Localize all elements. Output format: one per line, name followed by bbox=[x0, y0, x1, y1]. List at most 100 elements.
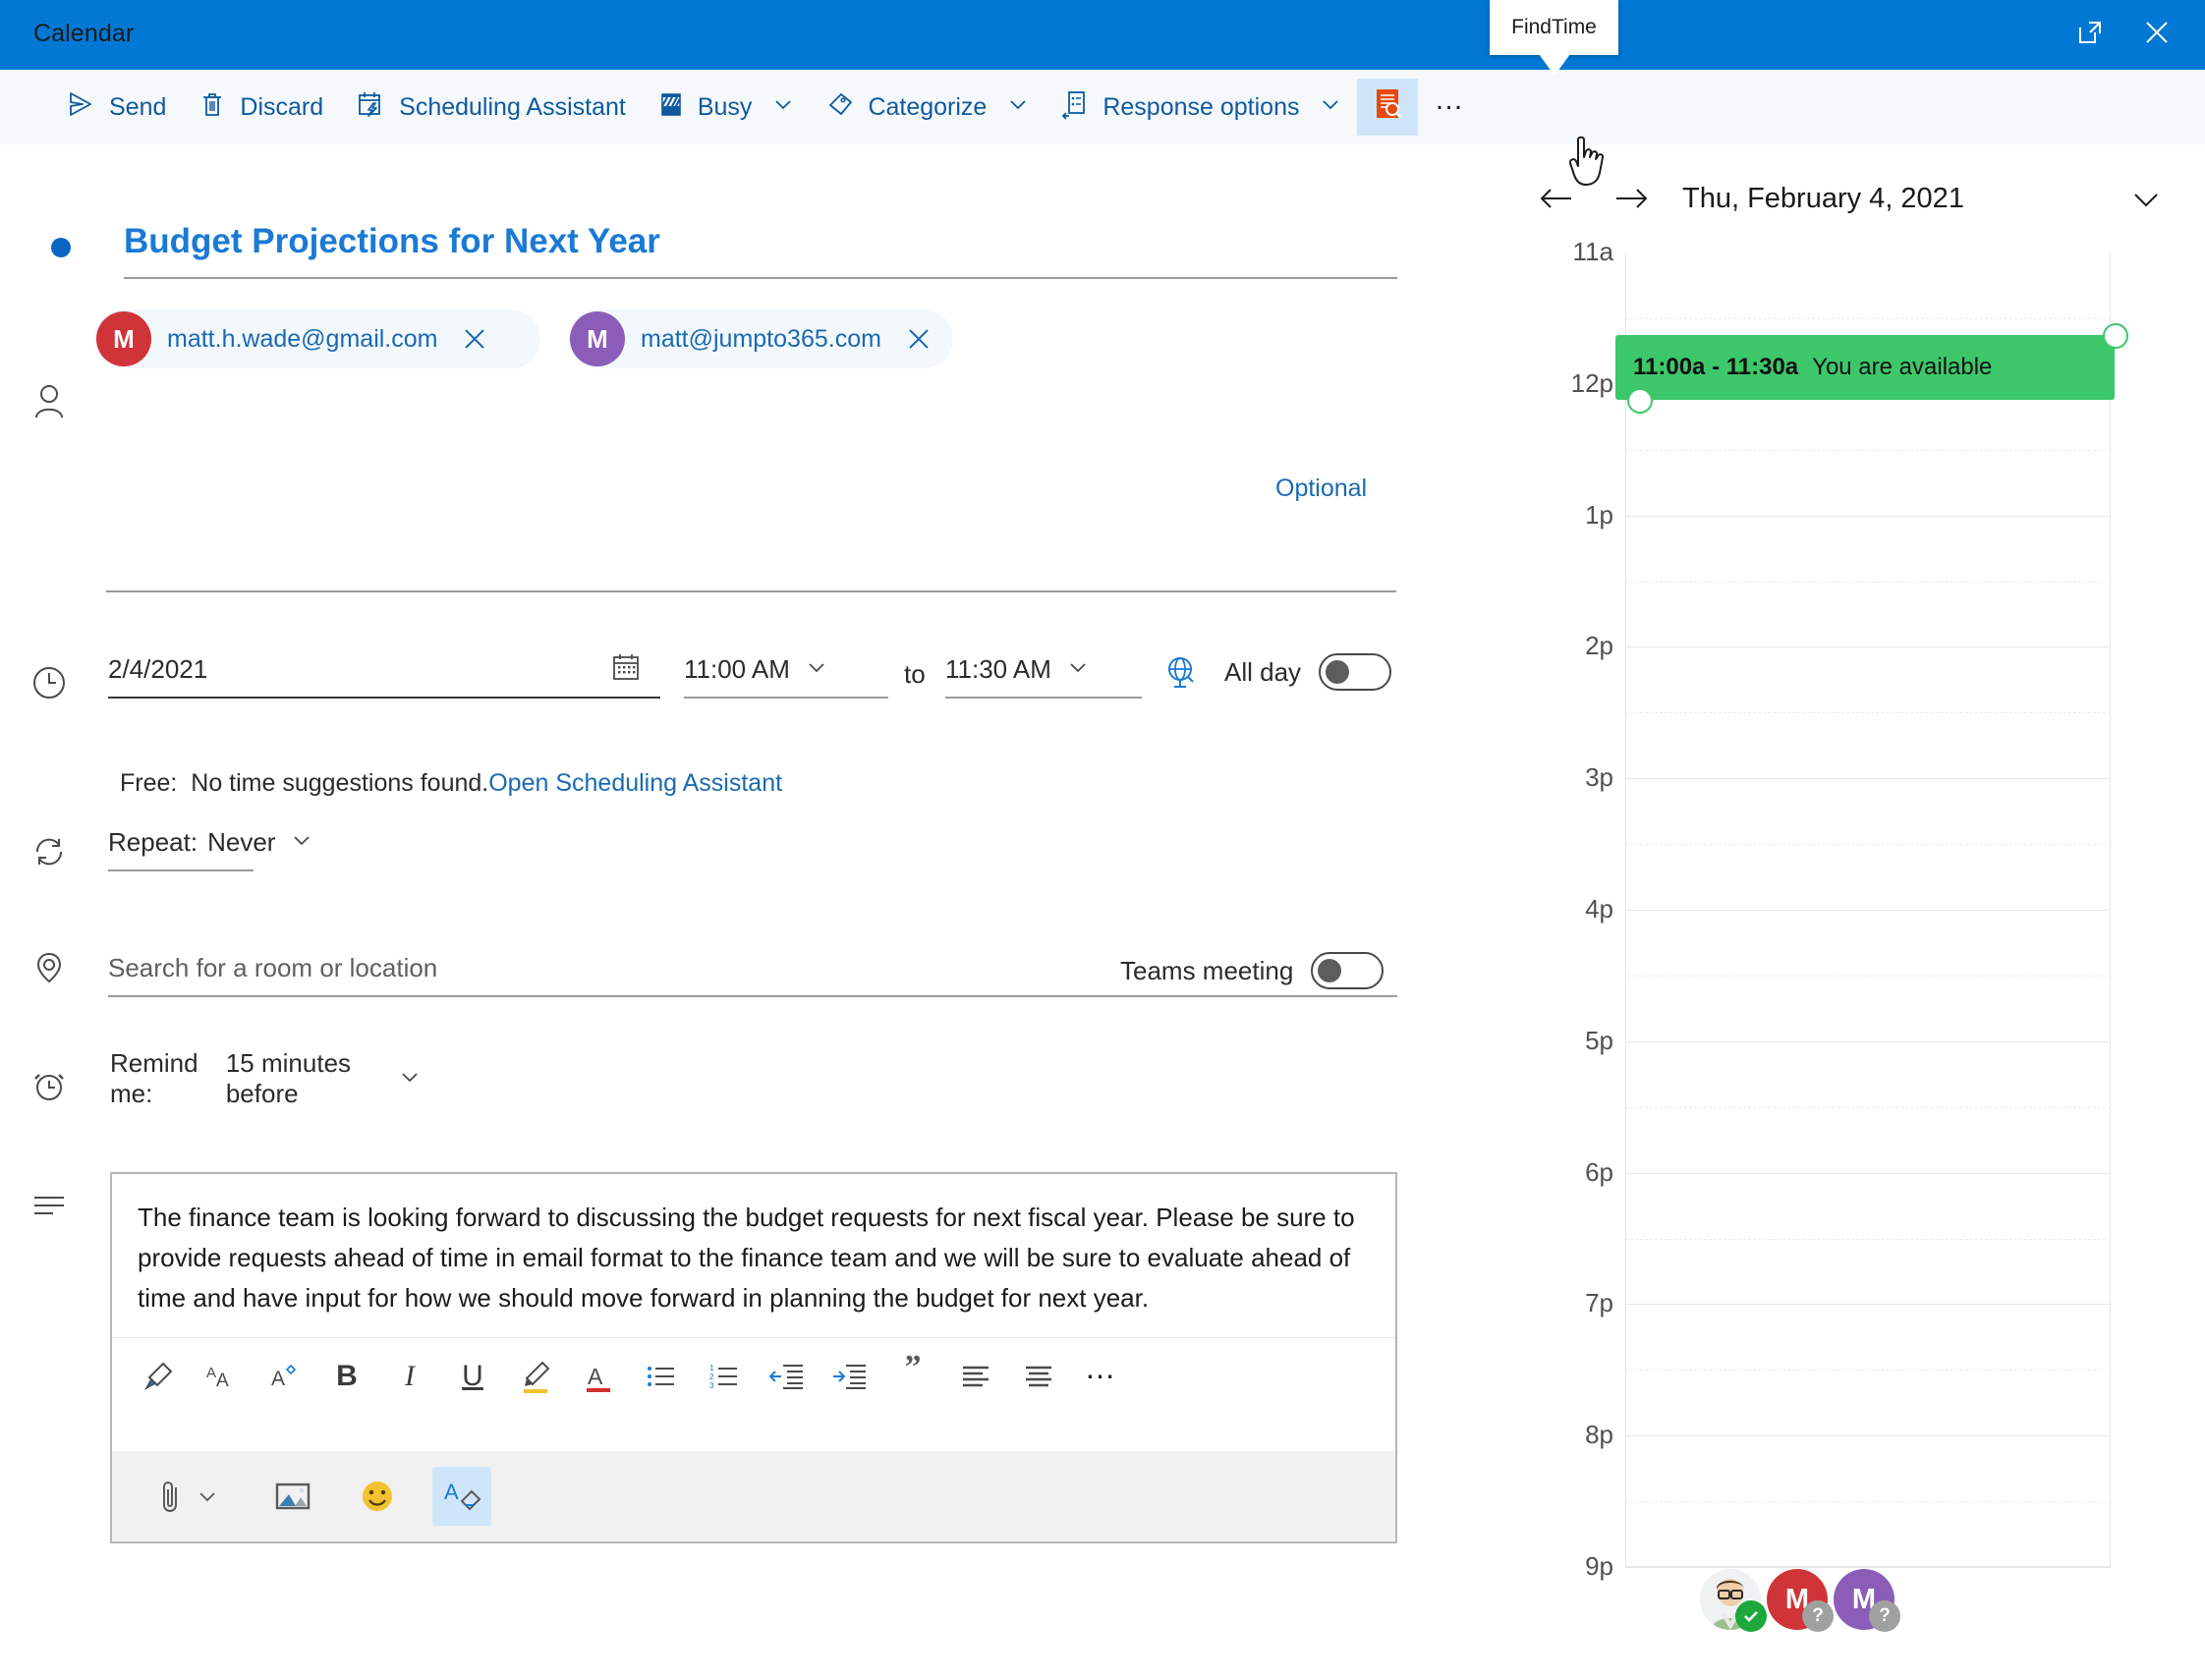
increase-indent-icon[interactable] bbox=[821, 1348, 878, 1405]
picture-icon[interactable] bbox=[263, 1467, 322, 1526]
repeat-value: Never bbox=[207, 827, 275, 858]
more-formatting-icon[interactable]: … bbox=[1073, 1348, 1130, 1405]
repeat-field[interactable]: Repeat: Never bbox=[108, 814, 254, 871]
participant-avatar[interactable] bbox=[1700, 1569, 1761, 1630]
italic-icon[interactable]: I bbox=[381, 1348, 438, 1405]
svg-text:2: 2 bbox=[709, 1372, 714, 1381]
calendar-preview-pane: Thu, February 4, 2021 11a12p1p2p3p4p5p6p… bbox=[1503, 144, 2205, 1680]
restore-window-icon[interactable] bbox=[2069, 12, 2111, 53]
quote-icon[interactable]: ” bbox=[884, 1348, 941, 1405]
trash-icon bbox=[198, 89, 227, 126]
remove-attendee-icon[interactable] bbox=[897, 317, 940, 361]
reminder-field[interactable]: Remind me: 15 minutes before bbox=[110, 1050, 421, 1107]
clock-icon bbox=[29, 663, 73, 706]
attendee-pill[interactable]: M matt.h.wade@gmail.com bbox=[94, 309, 540, 368]
participant-avatar[interactable]: M ? bbox=[1834, 1569, 1894, 1630]
all-day-toggle[interactable] bbox=[1319, 653, 1391, 691]
availability-event-block[interactable]: 11:00a - 11:30a You are available bbox=[1615, 335, 2115, 400]
teams-meeting-toggle[interactable] bbox=[1311, 952, 1384, 989]
chevron-down-icon bbox=[399, 1066, 421, 1092]
decrease-indent-icon[interactable] bbox=[759, 1348, 816, 1405]
bold-icon[interactable]: B bbox=[318, 1348, 375, 1405]
font-color-icon[interactable]: A bbox=[570, 1348, 627, 1405]
half-hour-line bbox=[1625, 318, 2111, 319]
svg-text:A: A bbox=[206, 1365, 216, 1381]
availability-line: Free: No time suggestions found.Open Sch… bbox=[120, 769, 782, 798]
half-hour-line bbox=[1625, 450, 2111, 451]
discard-button[interactable]: Discard bbox=[182, 79, 339, 136]
half-hour-line bbox=[1625, 1107, 2111, 1108]
clear-formatting-icon[interactable]: A bbox=[432, 1467, 491, 1526]
event-title-input[interactable] bbox=[124, 216, 1397, 279]
emoji-icon[interactable] bbox=[348, 1467, 407, 1526]
categorize-button[interactable]: Categorize bbox=[810, 79, 1045, 136]
end-time-field[interactable]: 11:30 AM bbox=[945, 642, 1142, 699]
hour-label: 3p bbox=[1503, 762, 1613, 793]
scheduling-assistant-icon bbox=[355, 88, 386, 127]
format-painter-icon[interactable] bbox=[130, 1348, 187, 1405]
tag-icon bbox=[825, 89, 855, 126]
open-scheduling-assistant-link[interactable]: Open Scheduling Assistant bbox=[488, 769, 782, 797]
body-editor[interactable]: The finance team is looking forward to d… bbox=[110, 1172, 1397, 1543]
svg-text:A: A bbox=[216, 1371, 229, 1391]
chevron-down-icon[interactable] bbox=[2119, 172, 2174, 227]
scheduling-assistant-button[interactable]: Scheduling Assistant bbox=[339, 79, 642, 136]
app-title: Calendar bbox=[33, 20, 134, 48]
reminder-label: Remind me: bbox=[110, 1048, 216, 1109]
end-time-value: 11:30 AM bbox=[945, 654, 1051, 685]
event-date-field[interactable]: 2/4/2021 bbox=[108, 642, 660, 699]
underline-icon[interactable]: U bbox=[444, 1348, 501, 1405]
categorize-label: Categorize bbox=[868, 93, 987, 122]
hour-label: 11a bbox=[1503, 237, 1613, 267]
svg-text:1: 1 bbox=[709, 1364, 714, 1372]
numbered-list-icon[interactable]: 123 bbox=[696, 1348, 753, 1405]
repeat-icon bbox=[29, 832, 73, 875]
free-label: Free: bbox=[120, 769, 177, 797]
overflow-menu-button[interactable]: … bbox=[1418, 79, 1482, 136]
event-form: M matt.h.wade@gmail.com M matt@jumpto365… bbox=[0, 144, 1503, 1680]
optional-attendees-link[interactable]: Optional bbox=[1275, 475, 1367, 503]
all-day-label: All day bbox=[1224, 657, 1301, 688]
body-text[interactable]: The finance team is looking forward to d… bbox=[112, 1174, 1395, 1318]
event-status-text: You are available bbox=[1812, 354, 1992, 381]
busy-button[interactable]: Busy bbox=[642, 79, 811, 136]
arrow-right-icon[interactable] bbox=[1604, 171, 1659, 226]
participant-avatar[interactable]: M ? bbox=[1767, 1569, 1828, 1630]
remove-attendee-icon[interactable] bbox=[453, 317, 496, 361]
paperclip-icon[interactable] bbox=[136, 1467, 238, 1526]
hour-line bbox=[1625, 646, 2111, 647]
hour-label: 6p bbox=[1503, 1157, 1613, 1188]
resize-handle-bottom[interactable] bbox=[1627, 388, 1653, 414]
event-time-range: 11:00a - 11:30a bbox=[1633, 354, 1798, 381]
avatar: M bbox=[570, 311, 625, 366]
hour-line bbox=[1625, 910, 2111, 911]
timezone-icon[interactable] bbox=[1161, 653, 1199, 696]
findtime-tooltip: FindTime bbox=[1490, 0, 1618, 55]
findtime-icon bbox=[1371, 86, 1404, 129]
calendar-picker-icon[interactable] bbox=[609, 650, 643, 689]
bulleted-list-icon[interactable] bbox=[633, 1348, 690, 1405]
start-time-value: 11:00 AM bbox=[684, 654, 790, 685]
hour-label: 4p bbox=[1503, 894, 1613, 924]
arrow-left-icon[interactable] bbox=[1529, 171, 1584, 226]
hour-label: 9p bbox=[1503, 1551, 1613, 1582]
half-hour-line bbox=[1625, 1370, 2111, 1371]
suggestion-text: No time suggestions found. bbox=[191, 769, 488, 797]
alarm-clock-icon bbox=[29, 1066, 73, 1109]
start-time-field[interactable]: 11:00 AM bbox=[684, 642, 888, 699]
hour-label: 2p bbox=[1503, 631, 1613, 661]
hour-line bbox=[1625, 1041, 2111, 1042]
close-icon[interactable] bbox=[2136, 12, 2177, 53]
findtime-button[interactable] bbox=[1357, 79, 1418, 136]
font-style-icon[interactable]: A bbox=[255, 1348, 312, 1405]
resize-handle-top[interactable] bbox=[2103, 323, 2128, 349]
attendee-pill[interactable]: M matt@jumpto365.com bbox=[568, 309, 953, 368]
half-hour-line bbox=[1625, 1239, 2111, 1240]
highlight-icon[interactable] bbox=[507, 1348, 564, 1405]
align-left-icon[interactable] bbox=[947, 1348, 1004, 1405]
send-button[interactable]: Send bbox=[49, 79, 182, 136]
font-size-icon[interactable]: AA bbox=[193, 1348, 250, 1405]
calendar-date-label: Thu, February 4, 2021 bbox=[1682, 183, 1964, 215]
align-center-icon[interactable] bbox=[1010, 1348, 1067, 1405]
response-options-button[interactable]: Response options bbox=[1045, 79, 1357, 136]
